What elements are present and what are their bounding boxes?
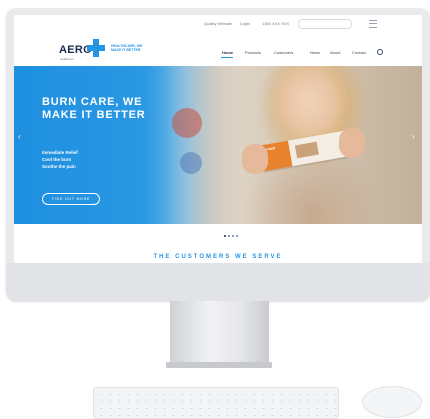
carousel-dot[interactable]: [236, 235, 238, 237]
hero-photo-decoration: [172, 108, 202, 138]
topbar-link-phone[interactable]: 1300 XXX XXX: [262, 21, 289, 26]
nav-item-contact[interactable]: Contact: [352, 50, 366, 55]
hero-feature-list: Immediate Relief Cool the burn Soothe th…: [42, 149, 78, 170]
find-out-more-button[interactable]: FIND OUT MORE: [42, 193, 100, 205]
monitor-stand-base: [166, 362, 272, 368]
monitor-stand: [170, 301, 269, 365]
carousel-dots: [224, 224, 240, 242]
carousel-dot[interactable]: [232, 235, 234, 237]
nav-item-products[interactable]: Products: [245, 50, 261, 55]
hero-feature-item: Cool the burn: [42, 157, 72, 162]
topbar-link-quality[interactable]: Quality Website: [204, 21, 232, 26]
mouse: [362, 386, 422, 418]
logo-subtext: healthcare: [60, 57, 75, 61]
topbar-search-input[interactable]: [298, 19, 352, 29]
hero-photo-decoration: [180, 152, 202, 174]
nav-item-news[interactable]: News: [310, 50, 320, 55]
plus-cross-icon: [87, 39, 105, 57]
carousel-dot[interactable]: [224, 235, 226, 237]
monitor-chin: [6, 263, 430, 301]
monitor: Quality Website Login 1300 XXX XXX AERO …: [6, 8, 430, 301]
search-icon[interactable]: [377, 49, 383, 55]
utility-bar: Quality Website Login 1300 XXX XXX: [14, 15, 422, 31]
hero-feature-item: Soothe the pain: [42, 164, 76, 169]
nav-item-home[interactable]: Home: [222, 50, 233, 55]
carousel-next-arrow[interactable]: ›: [412, 132, 415, 141]
hero-feature-item: Immediate Relief: [42, 150, 78, 155]
topbar-link-login[interactable]: Login: [240, 21, 250, 26]
nav-active-indicator: [221, 57, 233, 58]
nav-item-customers[interactable]: Customers: [274, 50, 293, 55]
hero-title: BURN CARE, WE MAKE IT BETTER: [42, 96, 146, 121]
keyboard: [93, 387, 339, 419]
hero-photo-hand: [339, 128, 365, 158]
carousel-prev-arrow[interactable]: ‹: [18, 132, 21, 141]
browser-viewport: Quality Website Login 1300 XXX XXX AERO …: [14, 15, 422, 263]
hamburger-menu-icon[interactable]: [369, 20, 377, 28]
header-tagline: HEALTHCARE, WE MAKE IT BETTER: [111, 44, 143, 52]
hero-photo-hand: [242, 144, 268, 174]
section-title: THE CUSTOMERS WE SERVE: [153, 254, 283, 260]
nav-item-about[interactable]: About: [330, 50, 340, 55]
carousel-dot[interactable]: [228, 235, 230, 237]
